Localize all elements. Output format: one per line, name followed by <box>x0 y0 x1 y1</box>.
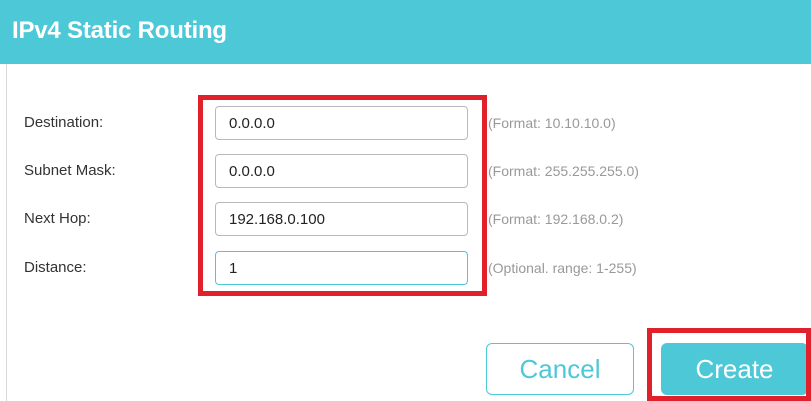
subnet-mask-hint: (Format: 255.255.255.0) <box>488 163 639 179</box>
destination-hint: (Format: 10.10.10.0) <box>488 115 616 131</box>
static-routing-dialog: IPv4 Static Routing Destination: (Format… <box>0 0 811 401</box>
cancel-button[interactable]: Cancel <box>486 343 634 395</box>
create-highlight-box <box>647 328 811 401</box>
dialog-title: IPv4 Static Routing <box>12 17 227 44</box>
next-hop-hint: (Format: 192.168.0.2) <box>488 211 624 227</box>
next-hop-label: Next Hop: <box>24 210 91 227</box>
distance-hint: (Optional. range: 1-255) <box>488 260 637 276</box>
subnet-mask-label: Subnet Mask: <box>24 162 116 179</box>
fields-highlight-box <box>198 95 487 296</box>
destination-label: Destination: <box>24 114 104 131</box>
dialog-title-bar: IPv4 Static Routing <box>0 0 811 64</box>
dialog-left-border <box>6 64 7 401</box>
distance-label: Distance: <box>24 259 87 276</box>
